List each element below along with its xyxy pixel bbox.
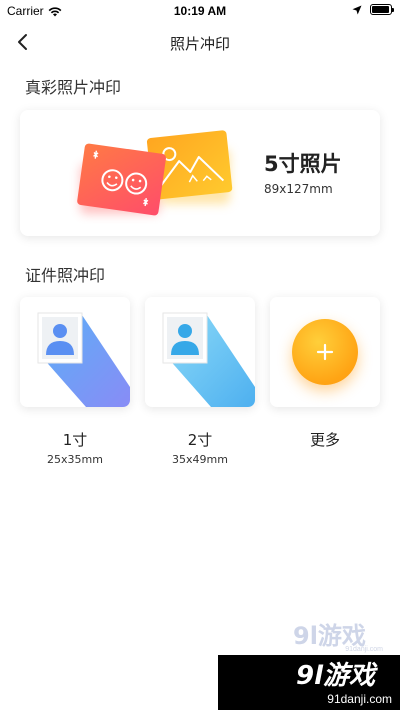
page-title: 照片冲印: [169, 35, 230, 53]
tile-label-more: 更多: [309, 431, 340, 449]
status-time: 10:19 AM: [173, 4, 227, 18]
watermark-logo: 9l游戏: [296, 661, 378, 691]
svg-text:9l游戏: 9l游戏: [296, 661, 378, 691]
section-title-color-photo: 真彩照片冲印: [25, 78, 122, 97]
watermark-banner: 9l游戏 91danji.com: [218, 655, 400, 710]
more-sizes-tile[interactable]: [270, 297, 380, 407]
section-title-id-photo: 证件照冲印: [25, 266, 106, 285]
watermark-url: 91danji.com: [327, 692, 392, 706]
plus-circle: [292, 319, 358, 385]
photo-print-card[interactable]: 5寸照片 89x127mm: [20, 110, 380, 236]
watermark-faint: 9l游戏 91danji.com: [285, 620, 395, 656]
navigation-bar: 照片冲印: [0, 22, 400, 62]
tile-label-1-inch: 1寸: [62, 431, 88, 449]
tile-size-1-inch: 25x35mm: [47, 453, 103, 466]
watermark-faint-url: 91danji.com: [345, 646, 383, 653]
id-portrait-icon: [37, 312, 130, 407]
id-portrait-icon: [162, 312, 255, 407]
tile-label-2-inch: 2寸: [187, 431, 213, 449]
photo-print-name: 5寸照片: [264, 152, 342, 176]
status-bar: Carrier 10:19 AM: [0, 0, 400, 22]
status-right: [352, 4, 394, 15]
id-photo-1-inch-tile[interactable]: [20, 297, 130, 407]
photo-print-size: 89x127mm: [264, 182, 333, 196]
location-arrow-icon: [352, 5, 362, 14]
id-photo-2-inch-tile[interactable]: [145, 297, 255, 407]
photo-print-illustration: [77, 130, 233, 216]
tile-size-2-inch: 35x49mm: [172, 453, 228, 466]
plus-icon: [316, 343, 334, 361]
battery-icon: [370, 4, 394, 15]
